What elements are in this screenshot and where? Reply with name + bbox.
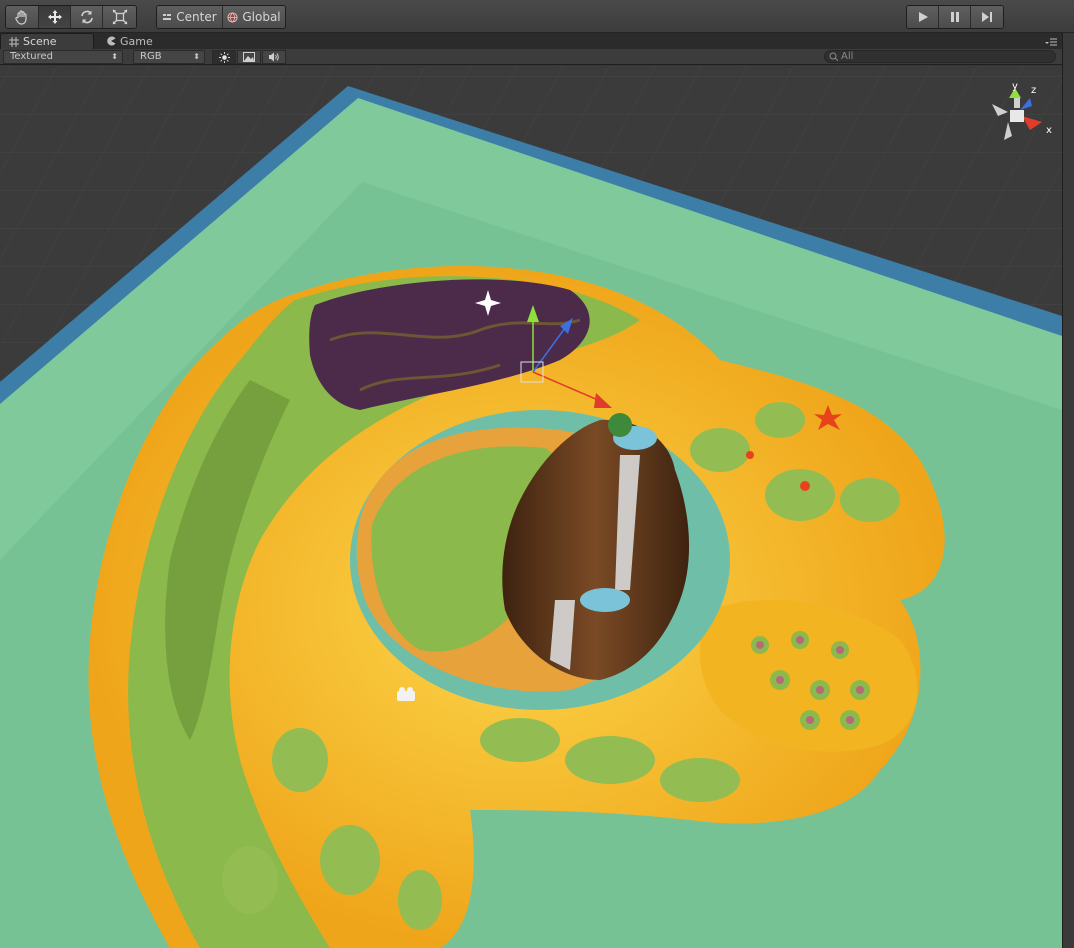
mountain-mid-pond [580,588,630,612]
playback-controls [906,5,1004,29]
search-placeholder: All [841,51,854,62]
audio-icon [269,52,279,62]
color-mode-value: RGB [140,51,162,62]
move-arrows-icon [47,10,62,24]
tab-scene[interactable]: Scene [0,33,94,49]
tab-game-label: Game [120,34,153,48]
image-effects-toggle[interactable] [237,50,261,64]
tab-bar: Scene Game [0,33,1074,49]
play-icon [918,12,928,22]
tab-game[interactable]: Game [98,33,178,49]
tab-scene-label: Scene [23,35,57,48]
pivot-rotation-button[interactable]: Global [223,6,285,28]
step-icon [982,12,992,22]
step-button[interactable] [971,6,1003,28]
render-mode-value: Textured [10,51,53,62]
scale-icon [112,9,127,25]
color-mode-dropdown[interactable]: RGB ⬍ [133,50,205,64]
scene-viewport[interactable]: y z x [0,66,1062,948]
panel-menu-icon [1045,38,1057,46]
move-tool-button[interactable] [39,6,71,28]
pivot-rotation-label: Global [242,10,281,24]
pacman-icon [107,36,116,46]
sun-lighting-icon [218,51,230,63]
gizmo-axis-z: z [1031,85,1036,96]
rotate-tool-button[interactable] [71,6,103,28]
pivot-mode-button[interactable]: Center [157,6,223,28]
image-effects-icon [243,52,255,62]
hierarchy-search-input[interactable]: All [824,50,1056,63]
gizmo-axis-x: x [1046,125,1052,136]
scene-render[interactable]: y z x [0,66,1062,948]
pivot-center-icon [163,14,172,20]
hand-tool-button[interactable] [6,6,39,28]
scene-control-bar: Textured ⬍ RGB ⬍ All [0,49,1062,65]
scene-lighting-toggle[interactable] [212,50,236,64]
mountain-top-tree [608,413,632,437]
dropdown-arrows-icon: ⬍ [111,52,118,61]
pause-button[interactable] [939,6,971,28]
dropdown-arrows-icon: ⬍ [193,52,200,61]
audio-toggle[interactable] [262,50,286,64]
rotate-icon [80,10,93,24]
pause-icon [950,12,959,22]
tab-menu-button[interactable] [1044,36,1058,46]
inspector-panel-edge [1062,33,1074,948]
globe-icon [227,11,238,23]
render-mode-dropdown[interactable]: Textured ⬍ [3,50,123,64]
search-icon [829,52,839,61]
pivot-controls: Center Global [156,5,286,29]
main-toolbar: Center Global [0,0,1074,33]
pivot-mode-label: Center [176,10,217,24]
grid-icon [9,36,19,47]
scale-tool-button[interactable] [103,6,136,28]
gizmo-axis-y: y [1012,81,1018,92]
play-button[interactable] [907,6,939,28]
transform-tools [5,5,137,29]
hand-icon [15,10,27,25]
